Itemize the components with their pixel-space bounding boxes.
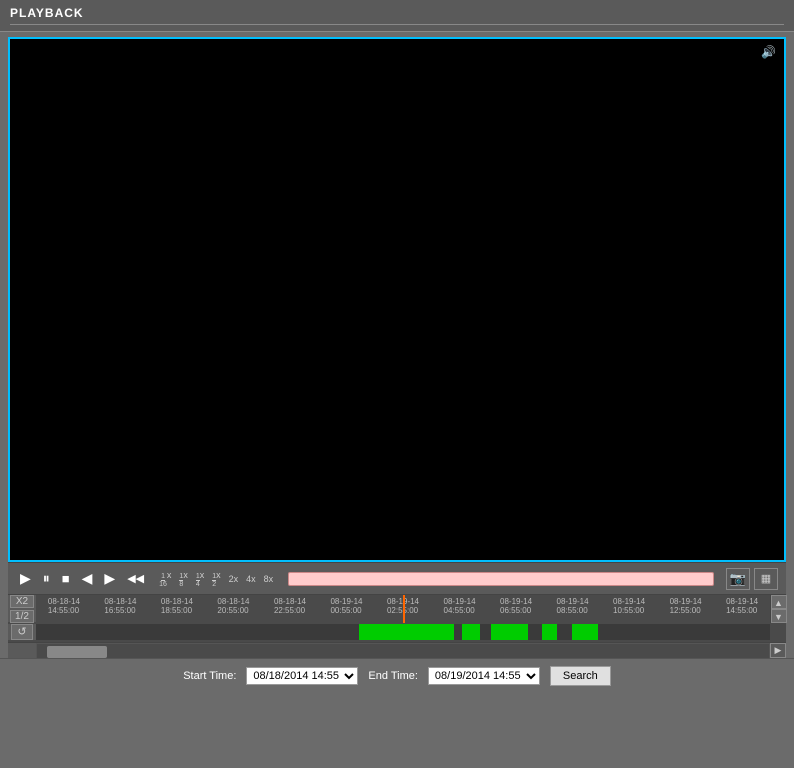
activity-row: ↺: [8, 622, 786, 642]
h-scroll-thumb[interactable]: [47, 646, 107, 658]
zoom-controls: X2 1/2: [8, 593, 36, 625]
snapshot-button[interactable]: 📷: [726, 568, 750, 590]
h-scrollbar-row: ▶: [8, 642, 786, 658]
speed-2x[interactable]: 2x: [226, 573, 242, 585]
stop-button[interactable]: ■: [58, 569, 74, 588]
ruler-label-2: 08-18-1418:55:00: [161, 597, 193, 615]
end-time-select[interactable]: 08/19/2014 14:55: [428, 667, 540, 685]
speed-1-8x[interactable]: 18x: [176, 569, 190, 589]
activity-segment-3: [491, 624, 528, 640]
play-button[interactable]: ▶: [16, 568, 35, 589]
activity-segment-4: [542, 624, 557, 640]
speed-1-4x[interactable]: 14x: [193, 569, 207, 589]
header: PLAYBACK: [0, 0, 794, 32]
main-area: 🔊 ▶ ⏸ ■ ◀ ▶ ◀◀ 116x 18x 14x 12x 2x 4x 8x…: [0, 32, 794, 658]
header-divider: [10, 24, 784, 25]
volume-icon[interactable]: 🔊: [761, 45, 776, 59]
activity-track[interactable]: [36, 624, 770, 640]
fast-prev-button[interactable]: ◀◀: [123, 570, 148, 587]
speed-1-2x[interactable]: 12x: [209, 569, 223, 589]
pause-button[interactable]: ⏸: [39, 568, 54, 589]
record-button[interactable]: ▦: [754, 568, 778, 590]
scroll-down-button[interactable]: ▼: [771, 609, 787, 623]
ruler-label-11: 08-19-1412:55:00: [670, 597, 702, 615]
ruler-label-5: 08-19-1400:55:00: [330, 597, 362, 615]
ruler-label-4: 08-18-1422:55:00: [274, 597, 306, 615]
activity-left: ↺: [8, 624, 36, 640]
ruler-label-7: 08-19-1404:55:00: [444, 597, 476, 615]
speed-4x[interactable]: 4x: [243, 573, 259, 585]
timeline-header: X2 1/2 08-18-1414:55:00 08-18-1416:55:00…: [8, 594, 786, 622]
video-player: 🔊: [8, 37, 786, 562]
page-title: PLAYBACK: [10, 6, 784, 20]
ruler-label-0: 08-18-1414:55:00: [48, 597, 80, 615]
speed-8x[interactable]: 8x: [261, 573, 277, 585]
progress-bar[interactable]: [288, 572, 714, 586]
prev-button[interactable]: ◀: [78, 568, 97, 589]
timeline-ruler[interactable]: 08-18-1414:55:00 08-18-1416:55:00 08-18-…: [36, 595, 770, 623]
playhead[interactable]: [403, 595, 405, 623]
next-button[interactable]: ▶: [100, 568, 119, 589]
ruler-label-10: 08-19-1410:55:00: [613, 597, 645, 615]
speed-controls: 116x 18x 14x 12x 2x 4x 8x: [156, 569, 276, 589]
search-button[interactable]: Search: [550, 666, 611, 686]
ruler-label-12: 08-19-1414:55:00: [726, 597, 758, 615]
controls-bar: ▶ ⏸ ■ ◀ ▶ ◀◀ 116x 18x 14x 12x 2x 4x 8x 📷…: [8, 562, 786, 594]
activity-segment-1: [359, 624, 454, 640]
h-scroll-right-arrow[interactable]: ▶: [770, 643, 786, 658]
reset-button[interactable]: ↺: [11, 624, 33, 640]
scroll-up-button[interactable]: ▲: [771, 595, 787, 609]
activity-segment-5: [572, 624, 598, 640]
ruler-label-8: 08-19-1406:55:00: [500, 597, 532, 615]
speed-1-16x[interactable]: 116x: [156, 569, 174, 589]
zoom-in-button[interactable]: X2: [10, 595, 34, 608]
h-scroll-left: [8, 643, 36, 658]
v-scrollbar: ▲ ▼: [770, 595, 786, 623]
ruler-label-3: 08-18-1420:55:00: [217, 597, 249, 615]
h-scroll-track[interactable]: [36, 643, 770, 659]
zoom-out-button[interactable]: 1/2: [10, 610, 34, 623]
start-time-label: Start Time:: [183, 670, 236, 682]
bottom-bar: Start Time: 08/18/2014 14:55 End Time: 0…: [0, 658, 794, 693]
activity-segment-2: [462, 624, 480, 640]
timeline-area: X2 1/2 08-18-1414:55:00 08-18-1416:55:00…: [8, 594, 786, 658]
end-time-label: End Time:: [368, 670, 418, 682]
ruler-label-1: 08-18-1416:55:00: [104, 597, 136, 615]
start-time-select[interactable]: 08/18/2014 14:55: [246, 667, 358, 685]
ruler-label-9: 08-19-1408:55:00: [557, 597, 589, 615]
